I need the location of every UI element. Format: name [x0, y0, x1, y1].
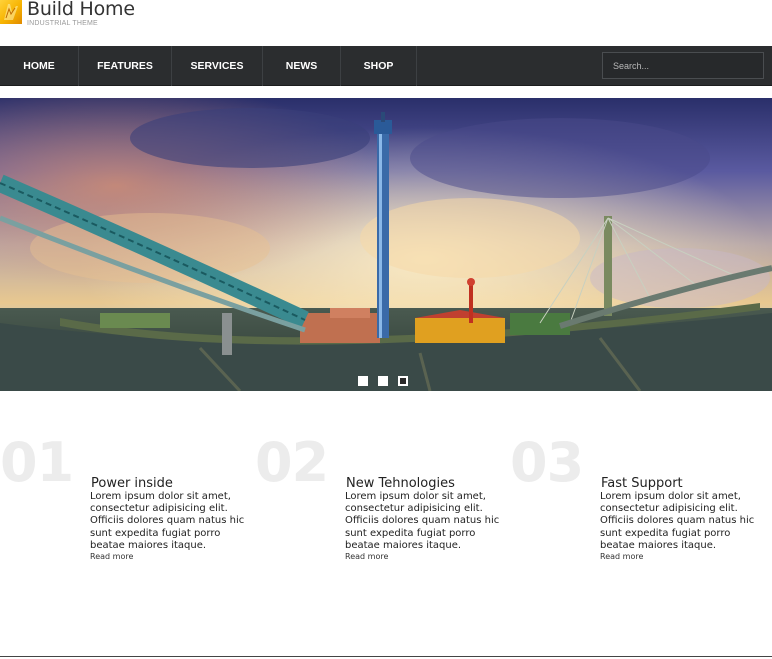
main-navbar: HOME FEATURES SERVICES NEWS SHOP	[0, 46, 772, 86]
nav-item-news[interactable]: NEWS	[263, 46, 341, 86]
feature-number: 03	[510, 431, 584, 494]
read-more-link[interactable]: Read more	[600, 552, 643, 561]
feature-title: Fast Support	[601, 476, 683, 491]
slider-dot-1[interactable]	[358, 376, 368, 386]
brand-logo[interactable]: Build Home INDUSTRIAL THEME	[0, 0, 135, 28]
brand-title: Build Home	[27, 0, 135, 20]
slider-dot-3[interactable]	[398, 376, 408, 386]
feature-title: New Tehnologies	[346, 476, 455, 491]
slider-dot-2[interactable]	[378, 376, 388, 386]
feature-text: Lorem ipsum dolor sit amet, consectetur …	[345, 491, 500, 551]
read-more-link[interactable]: Read more	[345, 552, 388, 561]
nav-item-shop[interactable]: SHOP	[341, 46, 417, 86]
logo-icon	[0, 0, 22, 24]
feature-number: 02	[255, 431, 329, 494]
feature-number: 01	[0, 431, 74, 494]
feature-block-3: 03 Fast Support Lorem ipsum dolor sit am…	[510, 436, 760, 576]
read-more-link[interactable]: Read more	[90, 552, 133, 561]
feature-text: Lorem ipsum dolor sit amet, consectetur …	[600, 491, 755, 551]
feature-block-1: 01 Power inside Lorem ipsum dolor sit am…	[0, 436, 250, 576]
hero-slider-image	[0, 98, 772, 391]
nav-item-home[interactable]: HOME	[0, 46, 79, 86]
search-input[interactable]	[602, 52, 764, 79]
brand-subtitle: INDUSTRIAL THEME	[27, 20, 98, 27]
feature-text: Lorem ipsum dolor sit amet, consectetur …	[90, 491, 245, 551]
feature-block-2: 02 New Tehnologies Lorem ipsum dolor sit…	[255, 436, 505, 576]
nav-item-features[interactable]: FEATURES	[79, 46, 172, 86]
nav-item-services[interactable]: SERVICES	[172, 46, 263, 86]
feature-title: Power inside	[91, 476, 173, 491]
